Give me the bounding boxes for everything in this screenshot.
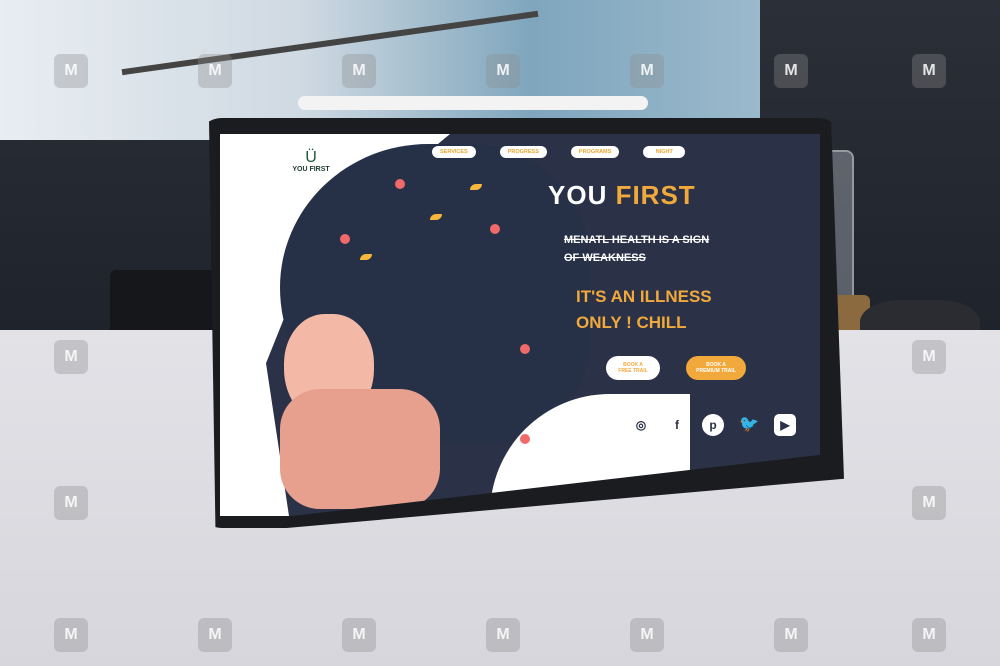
flower-icon — [520, 434, 530, 444]
watermark-icon: M — [54, 486, 88, 520]
watermark-icon: M — [198, 54, 232, 88]
tagline-line-1: IT'S AN ILLNESS — [576, 287, 712, 306]
tablet: Ü YOU FIRST SERVICES PROGRESS PROGRAMS N… — [196, 118, 844, 528]
nav-progress[interactable]: PROGRESS — [499, 146, 547, 158]
watermark-icon: M — [54, 54, 88, 88]
watermark-icon: M — [54, 618, 88, 652]
facebook-icon[interactable]: f — [666, 414, 688, 436]
logo-icon: Ü — [305, 149, 317, 166]
pinterest-icon[interactable]: p — [702, 414, 724, 436]
watermark-icon: M — [912, 618, 946, 652]
nav-services[interactable]: SERVICES — [432, 146, 476, 158]
watermark-icon: M — [342, 618, 376, 652]
tagline-line-2: ONLY ! CHILL — [576, 313, 687, 332]
site-logo[interactable]: Ü YOU FIRST — [288, 149, 334, 174]
watermark-icon: M — [54, 340, 88, 374]
social-links: ◎ f p 🐦 ▶ — [630, 414, 796, 436]
twitter-icon[interactable]: 🐦 — [738, 414, 760, 436]
watermark-icon: M — [486, 618, 520, 652]
watermark-icon: M — [630, 54, 664, 88]
hero-title-part2: FIRST — [615, 180, 696, 210]
strike-line-2: OF WEAKNESS — [564, 252, 646, 264]
stylus-pen — [298, 96, 648, 110]
top-nav: SERVICES PROGRESS PROGRAMS NIGHT — [432, 146, 686, 158]
hero-tagline: IT'S AN ILLNESS ONLY ! CHILL — [576, 284, 712, 336]
book-premium-trail-button[interactable]: BOOK A PREMIUM TRAIL — [686, 356, 746, 380]
watermark-icon: M — [198, 618, 232, 652]
hero-title-part1: YOU — [548, 180, 616, 210]
flower-icon — [490, 224, 500, 234]
watermark-icon: M — [774, 54, 808, 88]
flower-icon — [395, 179, 405, 189]
book-free-trail-button[interactable]: BOOK A FREE TRAIL — [606, 356, 660, 380]
watermark-icon: M — [774, 618, 808, 652]
watermark-icon: M — [912, 54, 946, 88]
youtube-icon[interactable]: ▶ — [774, 414, 796, 436]
watermark-icon: M — [486, 54, 520, 88]
photo-scene: Ü YOU FIRST SERVICES PROGRESS PROGRAMS N… — [0, 0, 1000, 666]
logo-text: YOU FIRST — [292, 166, 330, 173]
instagram-icon[interactable]: ◎ — [630, 414, 652, 436]
flower-icon — [520, 344, 530, 354]
watermark-icon: M — [630, 618, 664, 652]
nav-night[interactable]: NIGHT — [643, 146, 686, 158]
nav-programs[interactable]: PROGRAMS — [570, 146, 620, 158]
arms-illustration — [280, 389, 440, 509]
watermark-icon: M — [912, 486, 946, 520]
hero-title: YOU FIRST — [548, 180, 696, 211]
watermark-icon: M — [342, 54, 376, 88]
watermark-icon: M — [912, 340, 946, 374]
flower-icon — [340, 234, 350, 244]
tablet-screen: Ü YOU FIRST SERVICES PROGRESS PROGRAMS N… — [220, 134, 820, 516]
strike-line-1: MENATL HEALTH IS A SIGN — [564, 234, 710, 246]
